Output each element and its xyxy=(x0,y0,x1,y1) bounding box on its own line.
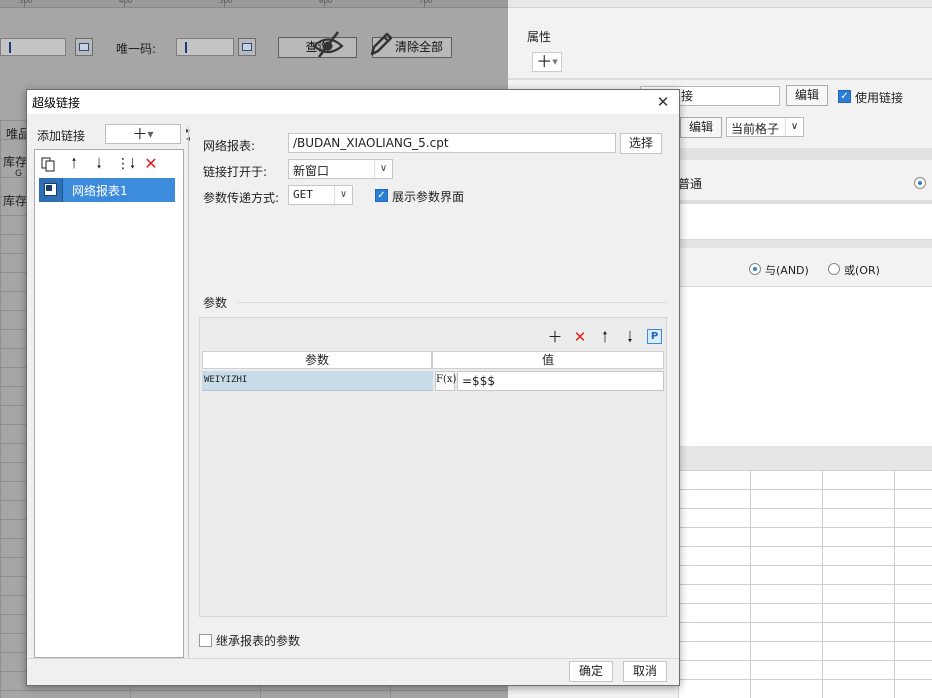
edit-link-button[interactable]: 编辑 xyxy=(786,85,828,106)
link-settings-panel: 网络报表: /BUDAN_XIAOLIANG_5.cpt 选择 链接打开于: 新… xyxy=(188,127,672,658)
query-button[interactable]: 查询 xyxy=(278,31,357,58)
use-link-checkbox[interactable]: ✓ xyxy=(838,90,851,103)
bg-dropdown-button[interactable] xyxy=(75,38,93,56)
param-method-select[interactable]: GET ∨ xyxy=(288,185,353,205)
link-list-panel: 添加链接 ＋▼ ▸ ◂ 🠑 🠓 ⋮🠓 ✕ 网络报表1 xyxy=(34,121,190,658)
chevron-down-icon: ∨ xyxy=(374,160,392,178)
current-cell-select[interactable]: 当前格子 ∨ xyxy=(726,117,804,137)
chevron-down-icon: ∨ xyxy=(785,118,803,136)
param-header: 参数 xyxy=(202,351,432,369)
add-link-button[interactable]: ＋▼ xyxy=(105,124,181,144)
move-down-icon[interactable]: 🠓 xyxy=(621,328,639,346)
ruler-number: 700 xyxy=(419,0,433,5)
ruler-number: 300 xyxy=(19,0,33,5)
params-section: 参数 ＋ ✕ 🠑 🠓 P 参数 值 WEIYIZHI F(x) =$$$ xyxy=(199,294,667,617)
unique-code-input[interactable] xyxy=(176,38,234,56)
ruler-number: 500 xyxy=(219,0,233,5)
ruler-number: 400 xyxy=(119,0,133,5)
pencil-icon xyxy=(370,32,393,56)
hyperlink-dialog: 超级链接 ✕ 添加链接 ＋▼ ▸ ◂ 🠑 🠓 ⋮🠓 ✕ 网络报表1 网络报表: … xyxy=(26,89,680,686)
cancel-button[interactable]: 取消 xyxy=(623,661,667,682)
grid-cell: 库存 xyxy=(3,155,28,169)
param-value-cell[interactable]: =$$$ xyxy=(457,371,664,391)
parameter-p-icon[interactable]: P xyxy=(647,329,662,344)
normal-radio[interactable] xyxy=(914,177,926,189)
inherit-params-checkbox[interactable] xyxy=(199,634,212,647)
params-box: ＋ ✕ 🠑 🠓 P 参数 值 WEIYIZHI F(x) =$$$ xyxy=(199,317,667,617)
clear-all-label: 清除全部 xyxy=(394,40,443,54)
ok-button[interactable]: 确定 xyxy=(569,661,613,682)
link-list: 🠑 🠓 ⋮🠓 ✕ 网络报表1 xyxy=(34,149,184,658)
parameter-form: 唯一码: 查询 清除全部 xyxy=(0,31,508,60)
open-in-label: 链接打开于: xyxy=(203,165,268,179)
properties-label: 属性 xyxy=(527,30,552,44)
open-in-value: 新窗口 xyxy=(293,164,330,178)
dialog-title: 超级链接 xyxy=(32,96,81,110)
show-param-ui-checkbox[interactable]: ✓ xyxy=(375,189,388,202)
report-icon xyxy=(39,178,63,202)
add-link-label: 添加链接 xyxy=(37,129,86,143)
sort-icon[interactable]: ⋮🠓 xyxy=(116,155,135,173)
current-cell-value: 当前格子 xyxy=(731,122,780,136)
params-section-title: 参数 xyxy=(203,296,228,310)
delete-icon[interactable]: ✕ xyxy=(142,155,160,173)
or-radio[interactable] xyxy=(828,263,840,275)
eye-slash-icon xyxy=(312,31,344,58)
value-header: 值 xyxy=(432,351,664,369)
link-list-item[interactable]: 网络报表1 xyxy=(39,178,175,202)
dropdown-icon xyxy=(79,43,89,51)
grid-cell: 库存 xyxy=(3,194,28,208)
formula-fx-icon[interactable]: F(x) xyxy=(435,371,456,391)
ruler-number: 600 xyxy=(319,0,333,5)
chevron-down-icon: ▼ xyxy=(147,130,154,139)
edit-button-2[interactable]: 编辑 xyxy=(680,117,722,138)
bg-dropdown-button-2[interactable] xyxy=(238,38,256,56)
inherit-params-label: 继承报表的参数 xyxy=(216,634,301,648)
clear-all-button[interactable]: 清除全部 xyxy=(370,32,452,58)
dropdown-icon xyxy=(242,43,252,51)
add-param-icon[interactable]: ＋ xyxy=(546,328,564,346)
move-up-icon[interactable]: 🠑 xyxy=(596,328,614,346)
dialog-titlebar[interactable]: 超级链接 ✕ xyxy=(27,90,679,114)
bg-text-input[interactable] xyxy=(0,38,66,56)
open-in-select[interactable]: 新窗口 ∨ xyxy=(288,159,393,179)
and-radio[interactable] xyxy=(749,263,761,275)
show-param-ui-label: 展示参数界面 xyxy=(392,190,465,204)
report-path-input[interactable]: /BUDAN_XIAOLIANG_5.cpt xyxy=(288,133,616,153)
horizontal-ruler: 300 400 500 600 700 xyxy=(0,0,508,8)
param-method-label: 参数传递方式: xyxy=(203,191,280,205)
move-up-icon[interactable]: 🠑 xyxy=(65,155,83,173)
or-label: 或(OR) xyxy=(844,264,880,277)
grid-cell: G xyxy=(15,169,22,179)
copy-icon[interactable] xyxy=(39,155,57,173)
delete-param-icon[interactable]: ✕ xyxy=(571,328,589,346)
close-icon[interactable]: ✕ xyxy=(653,92,673,112)
move-down-icon[interactable]: 🠓 xyxy=(90,155,108,173)
add-property-button[interactable]: ＋▼ xyxy=(532,52,562,72)
plus-icon: ＋ xyxy=(132,125,148,143)
preview-grid xyxy=(678,470,932,698)
choose-report-button[interactable]: 选择 xyxy=(620,133,662,154)
unique-code-label: 唯一码: xyxy=(116,42,157,56)
link-item-label: 网络报表1 xyxy=(72,184,128,198)
param-method-value: GET xyxy=(293,188,313,201)
normal-label: 普通 xyxy=(678,177,703,191)
report-label: 网络报表: xyxy=(203,139,256,153)
use-link-label: 使用链接 xyxy=(855,91,904,105)
and-label: 与(AND) xyxy=(765,264,809,277)
chevron-down-icon: ∨ xyxy=(334,186,352,204)
param-name-cell[interactable]: WEIYIZHI xyxy=(202,371,433,391)
